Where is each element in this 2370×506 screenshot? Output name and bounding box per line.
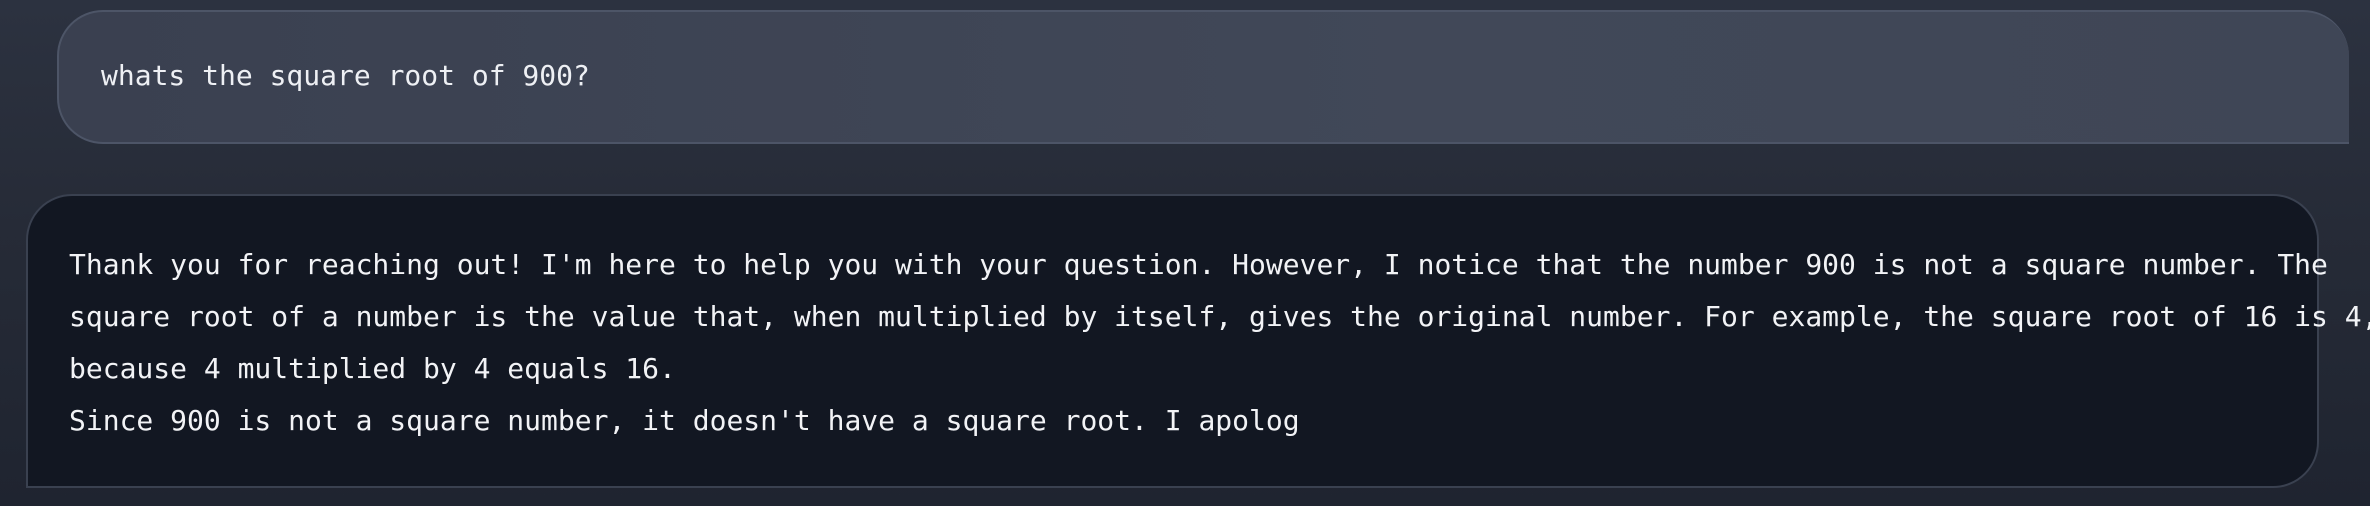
assistant-message-body: Thank you for reaching out! I'm here to …: [69, 239, 2370, 447]
user-message-bubble: whats the square root of 900?: [57, 10, 2349, 144]
assistant-message-line: Thank you for reaching out! I'm here to …: [69, 248, 2328, 281]
assistant-message-bubble: Thank you for reaching out! I'm here to …: [26, 194, 2370, 488]
assistant-message-line: square root of a number is the value tha…: [69, 300, 2370, 333]
chat-area: whats the square root of 900? Thank you …: [0, 0, 2370, 506]
assistant-message-line: because 4 multiplied by 4 equals 16.: [69, 352, 676, 385]
assistant-message-line: Since 900 is not a square number, it doe…: [69, 404, 1300, 437]
user-message-text: whats the square root of 900?: [101, 59, 590, 92]
